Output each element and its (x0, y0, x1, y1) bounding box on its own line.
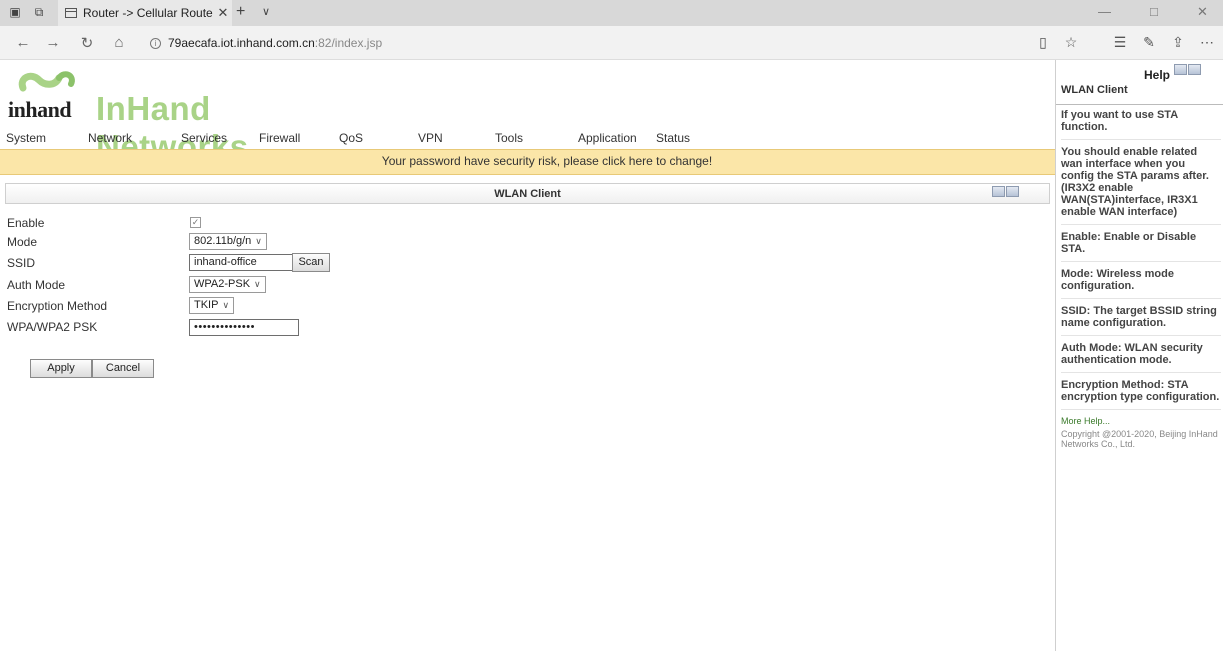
more-help-link[interactable]: More Help... (1061, 416, 1221, 426)
mode-select[interactable]: 802.11b/g/n ∨ (189, 233, 267, 250)
password-warning-text[interactable]: Your password have security risk, please… (382, 154, 712, 168)
site-info-icon[interactable]: i (150, 37, 161, 49)
menu-qos[interactable]: QoS (339, 131, 363, 145)
row-auth-mode: Auth Mode WPA2-PSK ∨ (7, 276, 407, 296)
maximize-icon[interactable]: □ (1150, 4, 1158, 19)
back-icon[interactable]: ← (14, 34, 32, 51)
enable-label: Enable (7, 216, 45, 230)
help-title: Help (1144, 68, 1171, 82)
chevron-down-icon: ∨ (255, 236, 262, 246)
forward-icon[interactable]: → (44, 34, 62, 51)
more-options-icon[interactable]: ⋯ (1198, 34, 1216, 51)
page-title: WLAN Client (494, 188, 561, 200)
auth-mode-label: Auth Mode (7, 278, 66, 292)
help-paragraph: If you want to use STA function. (1061, 109, 1221, 140)
encryption-label: Encryption Method (7, 299, 108, 313)
help-paragraph: Encryption Method: STA encryption type c… (1061, 379, 1221, 410)
auth-mode-select-value: WPA2-PSK (194, 278, 251, 290)
inhand-logo: inhand InHand Networks (8, 68, 338, 165)
menu-application[interactable]: Application (578, 131, 637, 145)
help-paragraph: Enable: Enable or Disable STA. (1061, 231, 1221, 262)
panel-header: WLAN Client (5, 183, 1050, 204)
help-maximize-icon[interactable] (1188, 64, 1201, 75)
menu-firewall[interactable]: Firewall (259, 131, 300, 145)
help-sidebar: Help WLAN Client If you want to use STA … (1055, 60, 1223, 651)
tab-actions-icon[interactable]: ▣ (8, 5, 22, 19)
favorite-star-icon[interactable]: ☆ (1062, 34, 1080, 51)
scan-button[interactable]: Scan (292, 253, 330, 272)
row-psk: WPA/WPA2 PSK •••••••••••••• (7, 318, 407, 338)
ssid-label: SSID (7, 256, 36, 270)
share-icon[interactable]: ⇪ (1169, 34, 1187, 51)
set-aside-tabs-icon[interactable]: ⧉ (32, 5, 46, 19)
help-subtitle: WLAN Client (1061, 84, 1128, 96)
row-ssid: SSID inhand-office Scan (7, 253, 407, 274)
encryption-select-value: TKIP (194, 299, 219, 311)
minimize-icon[interactable]: — (1098, 4, 1111, 19)
home-icon[interactable]: ⌂ (110, 34, 128, 51)
chevron-down-icon: ∨ (222, 300, 230, 310)
mode-select-value: 802.11b/g/n (194, 235, 252, 247)
auth-mode-select[interactable]: WPA2-PSK ∨ (189, 276, 266, 293)
row-encryption: Encryption Method TKIP ∨ (7, 297, 407, 317)
menu-tools[interactable]: Tools (495, 131, 523, 145)
encryption-select[interactable]: TKIP ∨ (189, 297, 235, 314)
mode-label: Mode (7, 235, 38, 249)
help-window-controls (1174, 64, 1202, 76)
panel-minimize-icon[interactable] (992, 186, 1005, 197)
panel-maximize-icon[interactable] (1006, 186, 1019, 197)
menu-services[interactable]: Services (181, 131, 227, 145)
menu-network[interactable]: Network (88, 131, 132, 145)
enable-checkbox[interactable]: ✓ (190, 217, 201, 228)
row-enable: Enable ✓ (7, 214, 407, 234)
menu-vpn[interactable]: VPN (418, 131, 443, 145)
logo-wordmark: inhand (8, 97, 72, 122)
panel-window-controls (992, 186, 1020, 198)
logo-mark-icon (18, 71, 75, 92)
help-paragraph: SSID: The target BSSID string name confi… (1061, 305, 1221, 336)
browser-tab-bar: ▣ ⧉ Router -> Cellular Route ✕ + ∨ — □ ✕ (0, 0, 1223, 26)
chevron-down-icon: ∨ (254, 279, 261, 289)
menu-status[interactable]: Status (656, 131, 690, 145)
new-tab-icon[interactable]: + (236, 3, 245, 21)
help-paragraph: Auth Mode: WLAN security authentication … (1061, 342, 1221, 373)
url-text: 79aecafa.iot.inhand.com.cn:82/index.jsp (168, 36, 383, 50)
password-warning-banner[interactable]: Your password have security risk, please… (0, 149, 1056, 175)
favorites-hub-icon[interactable]: ☰ (1111, 34, 1129, 51)
help-header: Help WLAN Client (1056, 60, 1223, 105)
main-menu: System Network Services Firewall QoS VPN… (0, 129, 1056, 149)
help-minimize-icon[interactable] (1174, 64, 1187, 75)
browser-address-bar: ← → ↻ ⌂ i 79aecafa.iot.inhand.com.cn:82/… (0, 26, 1223, 60)
refresh-icon[interactable]: ↻ (78, 34, 96, 52)
pen-notes-icon[interactable]: ✎ (1140, 34, 1158, 51)
window-close-icon[interactable]: ✕ (1197, 4, 1208, 20)
reading-view-icon[interactable]: ▯ (1034, 34, 1052, 51)
copyright-text: Copyright @2001-2020, Beijing InHand Net… (1061, 429, 1218, 449)
page-icon (65, 8, 77, 18)
tab-title: Router -> Cellular Route (83, 6, 213, 20)
ssid-input[interactable]: inhand-office (189, 254, 293, 271)
tab-list-chevron-icon[interactable]: ∨ (262, 5, 270, 18)
psk-label: WPA/WPA2 PSK (7, 320, 98, 334)
cancel-button[interactable]: Cancel (92, 359, 154, 378)
help-body: If you want to use STA function. You sho… (1061, 109, 1221, 449)
form-actions: Apply Cancel (30, 358, 154, 378)
help-paragraph: You should enable related wan interface … (1061, 146, 1221, 225)
row-mode: Mode 802.11b/g/n ∨ (7, 233, 407, 253)
help-paragraph: Mode: Wireless mode configuration. (1061, 268, 1221, 299)
url-field[interactable]: i 79aecafa.iot.inhand.com.cn:82/index.js… (150, 32, 1030, 54)
browser-tab-active[interactable]: Router -> Cellular Route ✕ (58, 0, 232, 26)
psk-password-input[interactable]: •••••••••••••• (189, 319, 299, 336)
tab-close-icon[interactable]: ✕ (214, 5, 232, 21)
menu-system[interactable]: System (6, 131, 46, 145)
router-web-app: inhand InHand Networks System Network Se… (0, 60, 1056, 651)
apply-button[interactable]: Apply (30, 359, 92, 378)
